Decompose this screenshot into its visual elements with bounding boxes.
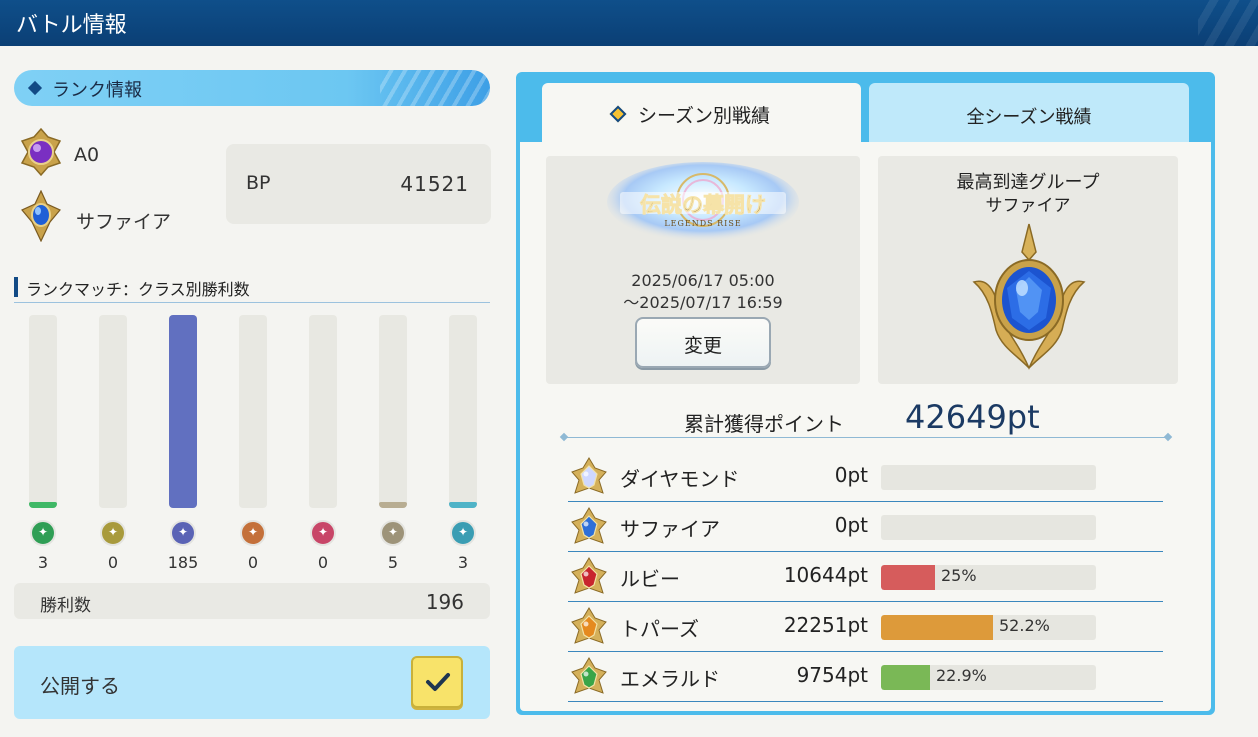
best-group-card: 最高到達グループ サファイア <box>878 156 1178 384</box>
change-season-button[interactable]: 変更 <box>635 317 771 368</box>
section-marker <box>14 277 18 297</box>
dragon-icon: ✦ <box>240 520 266 546</box>
leaf-icon: ✦ <box>30 520 56 546</box>
group-value: サファイア <box>76 211 172 233</box>
points-row: ダイヤモンド 0pt <box>568 452 1163 502</box>
gem-points: 0pt <box>834 513 868 537</box>
points-share-bar <box>881 615 1096 640</box>
class-win-bar-fill <box>449 502 477 508</box>
class-win-bar <box>29 315 57 508</box>
rank-info-header: ランク情報 <box>14 70 490 106</box>
class-win-count: 3 <box>37 553 49 572</box>
total-divider <box>564 437 1168 438</box>
points-share-fill <box>881 665 930 690</box>
class-wins-title: ランクマッチ：クラス別勝利数 <box>26 280 250 299</box>
class-wins-header: ランクマッチ：クラス別勝利数 <box>14 275 490 303</box>
class-win-bar-fill <box>169 315 197 508</box>
points-share-percent: 22.9% <box>936 666 987 685</box>
bp-label: BP <box>246 172 271 194</box>
bat-icon: ✦ <box>310 520 336 546</box>
check-icon <box>426 673 450 691</box>
class-win-count: 0 <box>107 553 119 572</box>
tab-season-label: シーズン別戦績 <box>638 105 771 127</box>
sapphire-large-emblem-icon <box>972 223 1086 370</box>
emerald-gem-icon <box>571 657 607 694</box>
class-win-bar-fill <box>379 502 407 508</box>
publish-row[interactable]: 公開する <box>14 646 490 719</box>
title-bar: バトル情報 <box>0 0 1258 46</box>
class-win-bar <box>169 315 197 508</box>
rank-info-title: ランク情報 <box>52 80 142 101</box>
tab-all-label: 全シーズン戦績 <box>966 107 1092 128</box>
crown-icon: ✦ <box>100 520 126 546</box>
diamond-bullet-icon <box>27 80 43 96</box>
season-logo-title: 伝説の幕開け <box>640 192 766 217</box>
best-group-name: サファイア <box>985 196 1071 216</box>
sapphire-emblem-icon <box>21 190 61 242</box>
class-win-bar <box>449 315 477 508</box>
gear-icon: ✦ <box>450 520 476 546</box>
season-logo-subtitle: LEGENDS RISE <box>664 219 741 228</box>
points-share-percent: 52.2% <box>999 616 1050 635</box>
points-row: エメラルド 9754pt 22.9% <box>568 652 1163 702</box>
class-win-bar <box>379 315 407 508</box>
season-dates: 2025/06/17 05:00 ～2025/07/17 16:59 <box>546 270 860 314</box>
sapphire-gem-icon <box>571 507 607 544</box>
total-points-value: 42649pt <box>905 398 1040 436</box>
class-win-count: 5 <box>387 553 399 572</box>
gem-name: ルビー <box>620 567 680 591</box>
active-tab-icon <box>609 105 627 123</box>
header-stripes <box>380 70 490 106</box>
season-start-date: 2025/06/17 05:00 <box>631 271 775 290</box>
points-row: サファイア 0pt <box>568 502 1163 552</box>
class-win-bar <box>239 315 267 508</box>
class-win-bar <box>99 315 127 508</box>
class-win-count: 185 <box>167 553 199 572</box>
gem-name: エメラルド <box>620 667 720 691</box>
rune-icon: ✦ <box>170 520 196 546</box>
publish-checkbox[interactable] <box>411 656 463 708</box>
season-logo: 伝説の幕開け LEGENDS RISE <box>607 162 799 242</box>
gem-name: トパーズ <box>620 617 699 641</box>
class-win-bar <box>309 315 337 508</box>
gem-name: ダイヤモンド <box>620 467 740 491</box>
gem-points: 10644pt <box>783 563 868 587</box>
points-share-fill <box>881 565 935 590</box>
diamond-gem-icon <box>571 457 607 494</box>
publish-label: 公開する <box>40 674 120 698</box>
points-share-percent: 25% <box>941 566 977 585</box>
gem-points: 0pt <box>834 463 868 487</box>
points-share-bar <box>881 665 1096 690</box>
class-win-count: 0 <box>247 553 259 572</box>
class-win-bar-fill <box>29 502 57 508</box>
gem-name: サファイア <box>620 517 720 541</box>
bp-box: BP 41521 <box>226 144 491 224</box>
tab-season-records[interactable]: シーズン別戦績 <box>542 83 861 143</box>
total-points-label: 累計獲得ポイント <box>684 412 844 436</box>
change-season-label: 変更 <box>683 335 722 357</box>
title-bar-decoration <box>1198 0 1258 46</box>
gem-points: 22251pt <box>783 613 868 637</box>
rank-emblem-icon <box>20 127 62 177</box>
points-row: ルビー 10644pt 25% <box>568 552 1163 602</box>
points-row: トパーズ 22251pt 52.2% <box>568 602 1163 652</box>
tab-all-season-records[interactable]: 全シーズン戦績 <box>869 83 1189 142</box>
points-share-bar <box>881 465 1096 490</box>
points-share-bar <box>881 565 1096 590</box>
page-title: バトル情報 <box>16 13 127 38</box>
gem-points: 9754pt <box>796 663 868 687</box>
ruby-gem-icon <box>571 557 607 594</box>
wins-value: 196 <box>425 590 464 614</box>
cross-icon: ✦ <box>380 520 406 546</box>
season-end-date: ～2025/07/17 16:59 <box>623 293 783 312</box>
class-win-count: 0 <box>317 553 329 572</box>
points-share-bar <box>881 515 1096 540</box>
topaz-gem-icon <box>571 607 607 644</box>
wins-label: 勝利数 <box>40 596 91 616</box>
rank-value: A0 <box>74 144 100 166</box>
bp-value: 41521 <box>400 172 469 196</box>
class-win-count: 3 <box>457 553 469 572</box>
points-share-fill <box>881 615 993 640</box>
total-wins-row: 勝利数 196 <box>14 583 490 619</box>
